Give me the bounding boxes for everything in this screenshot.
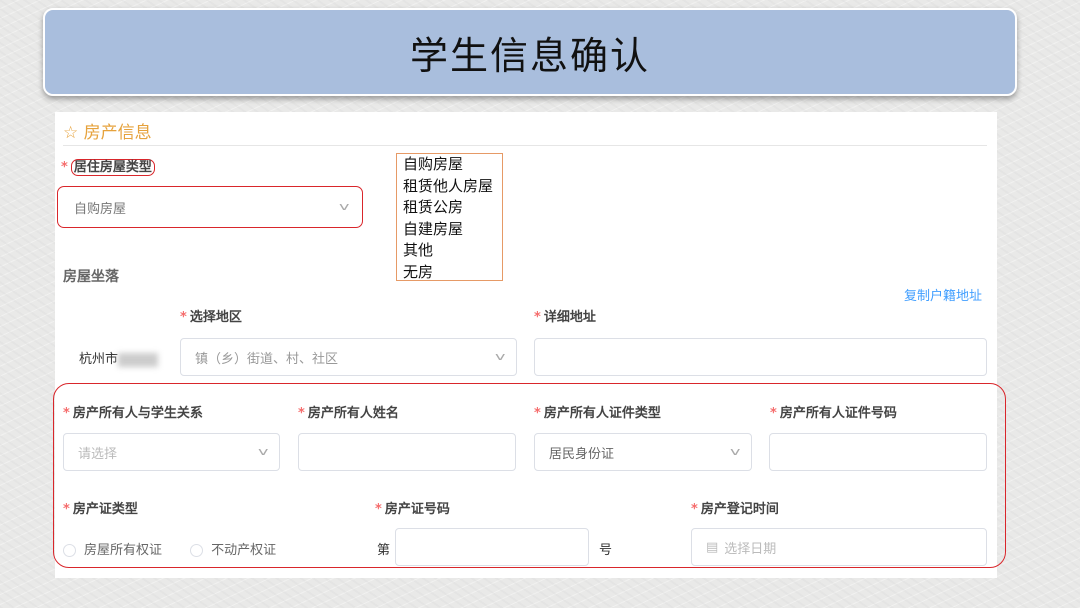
housing-type-value: 自购房屋 xyxy=(74,201,127,217)
id-number-label: * 房产所有人证件号码 xyxy=(770,406,897,421)
chevron-down-icon: v xyxy=(495,350,506,363)
region-select[interactable]: 镇（乡）街道、村、社区 v xyxy=(180,338,517,376)
date-placeholder: 选择日期 xyxy=(724,541,777,557)
option[interactable]: 自购房屋 xyxy=(403,154,496,176)
cert-suffix: 号 xyxy=(599,543,613,558)
id-number-input[interactable] xyxy=(769,433,987,471)
section-title: 房产信息 xyxy=(83,123,152,143)
radio-house-ownership[interactable]: 房屋所有权证 xyxy=(63,543,162,558)
option[interactable]: 无房 xyxy=(403,262,496,284)
radio-label: 房屋所有权证 xyxy=(84,543,163,558)
option[interactable]: 其他 xyxy=(403,240,496,262)
housing-type-options: 自购房屋 租赁他人房屋 租赁公房 自建房屋 其他 无房 xyxy=(396,153,503,281)
calendar-icon: ▤ xyxy=(706,539,719,555)
option[interactable]: 租赁公房 xyxy=(403,197,496,219)
city-text: 杭州市 xyxy=(79,348,159,367)
option[interactable]: 租赁他人房屋 xyxy=(403,176,496,198)
radio-real-estate[interactable]: 不动产权证 xyxy=(190,543,276,558)
cert-number-input[interactable] xyxy=(395,528,589,566)
location-heading: 房屋坐落 xyxy=(63,269,119,285)
date-picker[interactable]: ▤ 选择日期 xyxy=(691,528,987,566)
page-title: 学生信息确认 xyxy=(43,8,1017,96)
radio-label: 不动产权证 xyxy=(211,543,277,558)
housing-type-select[interactable]: 自购房屋 v xyxy=(59,188,361,226)
city-name: 杭州市 xyxy=(79,352,119,367)
chevron-down-icon: v xyxy=(730,445,741,458)
chevron-down-icon: v xyxy=(258,445,269,458)
property-info-form: ☆ 房产信息 * 居住房屋类型 自购房屋 v 自购房屋 租赁他人房屋 租赁公房 自建… xyxy=(53,112,1006,578)
relation-label: * 房产所有人与学生关系 xyxy=(63,406,203,421)
housing-type-label: * 居住房屋类型 xyxy=(61,156,155,176)
housing-type-highlight: 自购房屋 v xyxy=(57,186,363,228)
radio-circle[interactable] xyxy=(190,544,204,557)
cert-type-label: * 房产证类型 xyxy=(63,502,138,517)
relation-placeholder: 请选择 xyxy=(78,446,118,462)
register-date-label: * 房产登记时间 xyxy=(691,502,779,517)
section-header: ☆ 房产信息 xyxy=(63,118,152,143)
cert-prefix: 第 xyxy=(377,543,391,558)
cert-type-radios: 房屋所有权证 不动产权证 xyxy=(63,539,276,558)
star-icon: ☆ xyxy=(63,123,79,143)
region-label: * 选择地区 xyxy=(180,310,242,325)
region-placeholder: 镇（乡）街道、村、社区 xyxy=(195,351,339,367)
cert-number-label: * 房产证号码 xyxy=(375,502,450,517)
id-type-label: * 房产所有人证件类型 xyxy=(534,406,661,421)
copy-address-link[interactable]: 复制户籍地址 xyxy=(904,285,982,304)
radio-circle[interactable] xyxy=(63,544,76,557)
address-label: * 详细地址 xyxy=(534,310,596,325)
option[interactable]: 自建房屋 xyxy=(403,219,496,241)
district-blurred xyxy=(118,352,159,367)
owner-name-label: * 房产所有人姓名 xyxy=(298,406,399,421)
chevron-down-icon: v xyxy=(339,200,350,213)
id-type-select[interactable]: 居民身份证 v xyxy=(534,433,752,471)
relation-select[interactable]: 请选择 v xyxy=(63,433,280,471)
id-type-value: 居民身份证 xyxy=(549,446,615,462)
housing-type-label-text: 居住房屋类型 xyxy=(70,159,155,176)
owner-name-input[interactable] xyxy=(298,433,516,471)
address-input[interactable] xyxy=(534,338,987,376)
divider xyxy=(63,145,987,146)
